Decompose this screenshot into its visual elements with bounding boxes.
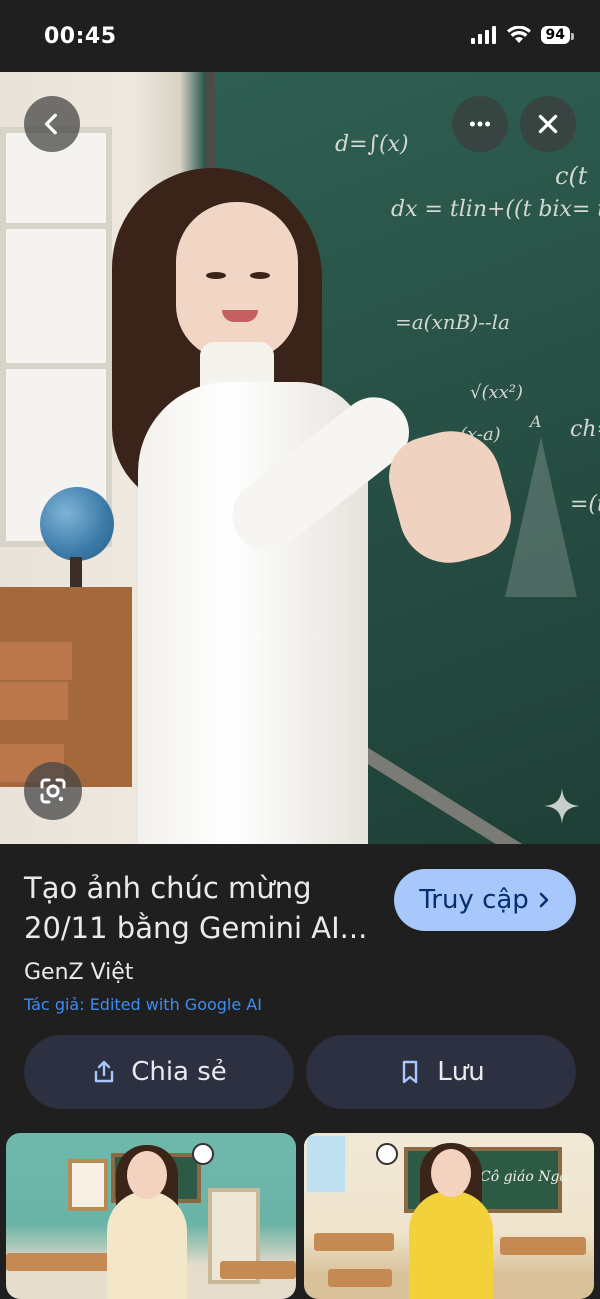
related-images-row: Cô giáo Nga xyxy=(0,1131,600,1299)
thumbnail-face xyxy=(127,1151,167,1199)
visit-button[interactable]: Truy cập xyxy=(394,869,576,931)
result-title[interactable]: Tạo ảnh chúc mừng 20/11 bằng Gemini AI..… xyxy=(24,868,384,948)
save-label: Lưu xyxy=(437,1057,485,1087)
thumbnail-desk xyxy=(314,1233,394,1251)
thumbnail-teacher xyxy=(409,1191,493,1299)
teacher-figure xyxy=(0,72,600,844)
thumbnail-desk xyxy=(500,1237,586,1255)
share-button[interactable]: Chia sẻ xyxy=(24,1035,294,1109)
back-arrow-icon xyxy=(44,113,57,135)
thumbnail-desk xyxy=(328,1269,392,1287)
bookmark-icon xyxy=(403,1060,418,1084)
close-icon xyxy=(538,114,558,134)
sparkle-icon xyxy=(544,788,580,824)
thumbnail-desk xyxy=(220,1261,296,1279)
back-button[interactable] xyxy=(24,96,80,152)
share-icon xyxy=(94,1060,114,1083)
face xyxy=(176,202,298,360)
google-lens-button[interactable] xyxy=(24,762,82,820)
thumbnail-flower-frame xyxy=(68,1159,108,1211)
related-image-thumbnail[interactable]: Cô giáo Nga xyxy=(304,1133,594,1299)
related-image-thumbnail[interactable] xyxy=(6,1133,296,1299)
eye xyxy=(250,272,270,279)
status-time: 00:45 xyxy=(44,24,117,49)
mouth xyxy=(222,310,258,322)
eye xyxy=(206,272,226,279)
author-credit[interactable]: Tác giả: Edited with Google AI xyxy=(24,995,262,1014)
source-name[interactable]: GenZ Việt xyxy=(24,960,133,985)
more-options-button[interactable] xyxy=(452,96,508,152)
share-label: Chia sẻ xyxy=(131,1057,227,1087)
status-icons: 94 xyxy=(470,26,575,44)
status-bar: 00:45 94 xyxy=(0,0,600,72)
thumbnail-face xyxy=(431,1149,471,1197)
chevron-right-icon xyxy=(539,892,549,908)
close-button[interactable] xyxy=(520,96,576,152)
wifi-icon xyxy=(506,26,531,43)
thumbnail-desk xyxy=(6,1253,116,1271)
thumbnail-teacher xyxy=(107,1191,187,1299)
thumbnail-board-caption: Cô giáo Nga xyxy=(480,1169,568,1185)
cellular-signal-icon xyxy=(470,26,496,44)
thumbnail-clock xyxy=(192,1143,214,1165)
result-info-panel: Tạo ảnh chúc mừng 20/11 bằng Gemini AI..… xyxy=(0,844,600,1144)
google-lens-icon xyxy=(40,778,66,804)
more-options-icon xyxy=(469,121,491,127)
visit-button-label: Truy cập xyxy=(419,885,529,915)
battery-indicator: 94 xyxy=(540,26,575,44)
hero-image[interactable]: d=∫(x) dx = tlin+((t bix= tx =a(xnB)--la… xyxy=(0,72,600,844)
thumbnail-window xyxy=(304,1133,348,1195)
save-button[interactable]: Lưu xyxy=(306,1035,576,1109)
thumbnail-clock xyxy=(376,1143,398,1165)
